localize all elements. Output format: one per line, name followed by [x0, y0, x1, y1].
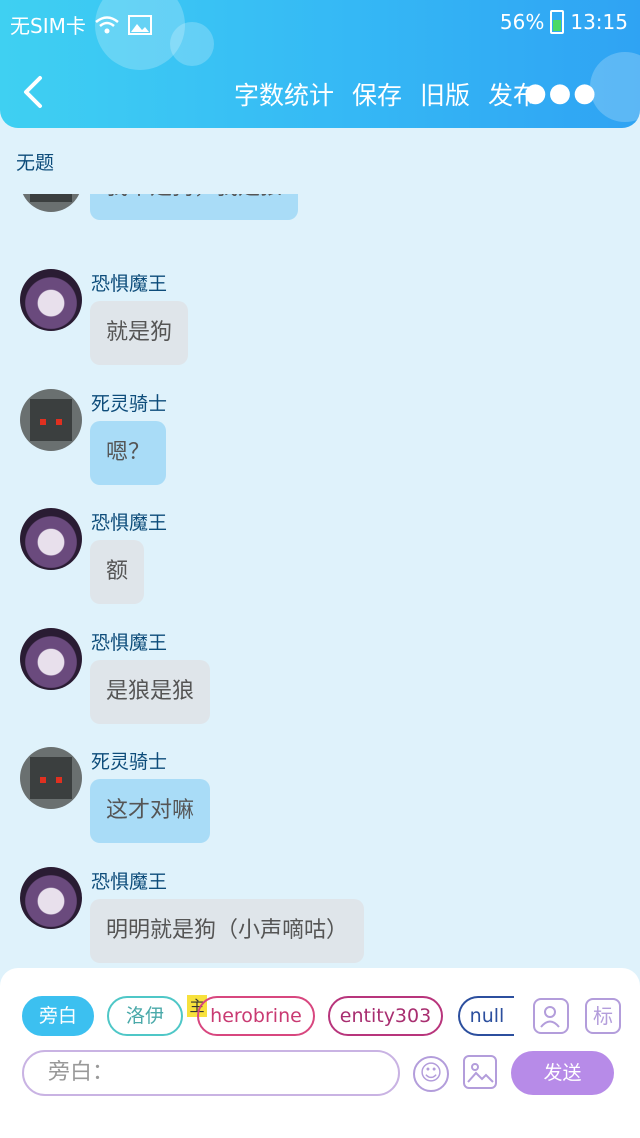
- role-chip-null[interactable]: null: [458, 996, 514, 1036]
- character-manage-icon[interactable]: [533, 998, 569, 1034]
- sender-name: 死灵骑士: [91, 393, 168, 415]
- battery-icon: [550, 10, 565, 34]
- carrier-text: 无SIM卡: [10, 14, 86, 38]
- sender-name: 死灵骑士: [91, 751, 168, 773]
- composer-panel: 旁白 洛伊 主 herobrine entity303 null 标 旁白： ☺…: [0, 968, 640, 1138]
- avatar[interactable]: [20, 747, 82, 809]
- role-chip-luoyi[interactable]: 洛伊: [107, 996, 183, 1036]
- app-header: 无SIM卡 56% 13:15 字数统计 保存 旧版 发布 ●●●: [0, 0, 640, 128]
- clock: 13:15: [570, 10, 628, 34]
- old-version-button[interactable]: 旧版: [420, 76, 470, 112]
- message-bubble[interactable]: 就是狗: [90, 301, 189, 365]
- chat-area[interactable]: 我不是狗，我是狼 恐惧魔王 就是狗 死灵骑士 嗯？ 恐惧魔王 额 恐惧魔王 是狼…: [0, 194, 640, 970]
- avatar[interactable]: [20, 269, 82, 331]
- toolbar: 字数统计 保存 旧版 发布 ●●●: [0, 64, 640, 120]
- message-bubble[interactable]: 我不是狗，我是狼: [90, 194, 299, 220]
- avatar[interactable]: [20, 628, 82, 690]
- role-chip-herobrine[interactable]: herobrine: [197, 996, 315, 1036]
- role-chip-entity303[interactable]: entity303: [328, 996, 443, 1036]
- send-button[interactable]: 发送: [511, 1051, 614, 1095]
- wifi-icon: [95, 15, 119, 33]
- sender-name: 恐惧魔王: [91, 632, 168, 654]
- marker-icon[interactable]: 标: [585, 998, 621, 1034]
- word-count-button[interactable]: 字数统计: [234, 76, 334, 112]
- message-bubble[interactable]: 是狼是狼: [90, 660, 211, 724]
- message-bubble[interactable]: 明明就是狗（小声嘀咕）: [90, 899, 365, 963]
- avatar[interactable]: [20, 389, 82, 451]
- image-picker-icon[interactable]: [463, 1055, 497, 1089]
- back-arrow-icon[interactable]: [16, 74, 52, 110]
- image-notification-icon: [127, 14, 152, 35]
- avatar[interactable]: [20, 194, 82, 212]
- role-chip-narrator[interactable]: 旁白: [22, 996, 94, 1036]
- sender-name: 恐惧魔王: [91, 512, 168, 534]
- message-bubble[interactable]: 额: [90, 540, 145, 604]
- avatar[interactable]: [20, 508, 82, 570]
- more-options-icon[interactable]: ●●●: [524, 78, 598, 108]
- status-bar: 无SIM卡 56% 13:15: [0, 0, 640, 46]
- sender-name: 恐惧魔王: [91, 273, 168, 295]
- document-title[interactable]: 无题: [16, 148, 54, 175]
- battery-percent: 56%: [499, 10, 545, 34]
- message-bubble[interactable]: 这才对嘛: [90, 779, 211, 843]
- message-input[interactable]: 旁白：: [22, 1050, 400, 1096]
- avatar[interactable]: [20, 867, 82, 929]
- save-button[interactable]: 保存: [352, 76, 402, 112]
- sender-name: 恐惧魔王: [91, 871, 168, 893]
- emoji-icon[interactable]: ☺: [413, 1056, 449, 1092]
- message-bubble[interactable]: 嗯？: [90, 421, 167, 485]
